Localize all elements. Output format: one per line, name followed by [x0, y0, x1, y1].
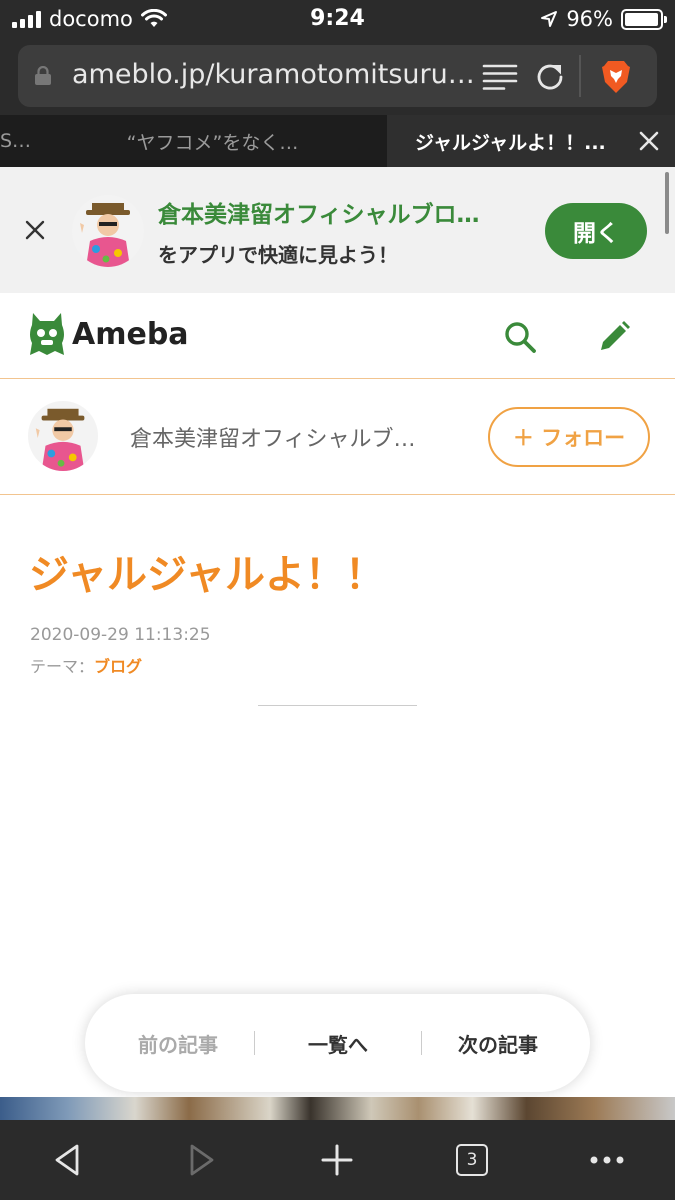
tab-label: S…	[0, 130, 32, 152]
forward-arrow-icon	[190, 1144, 214, 1176]
status-right: 96%	[540, 7, 667, 31]
scrollbar[interactable]	[665, 172, 669, 234]
prev-article-link[interactable]: 前の記事	[103, 994, 253, 1092]
tab-item[interactable]: “ヤフコメ”をなく…	[40, 115, 385, 167]
web-page: 倉本美津留オフィシャルブロ… をアプリで快適に見よう！ 開く Ameba 倉本美…	[0, 167, 675, 1120]
close-tab-icon[interactable]	[635, 127, 663, 155]
url-divider	[579, 55, 581, 97]
next-article-link[interactable]: 次の記事	[423, 994, 573, 1092]
article-list-link[interactable]: 一覧へ	[263, 994, 413, 1092]
article-theme: テーマ： ブログ	[30, 653, 142, 677]
back-arrow-icon	[55, 1144, 79, 1176]
nav-separator	[421, 1031, 422, 1055]
reader-mode-button[interactable]	[480, 57, 520, 97]
nav-separator	[254, 1031, 255, 1055]
blog-bar: 倉本美津留オフィシャルブ… ＋ フォロー	[0, 379, 675, 495]
tab-strip: S… “ヤフコメ”をなく… ジャルジャルよ！！...	[0, 115, 675, 167]
brave-shields-button[interactable]	[596, 57, 636, 97]
plus-icon	[321, 1144, 353, 1176]
address-bar[interactable]: ameblo.jp/kuramotomitsuru/...	[18, 45, 657, 107]
article-photo	[0, 1097, 675, 1120]
menu-button[interactable]	[585, 1138, 629, 1182]
lock-icon	[35, 66, 51, 85]
theme-link[interactable]: ブログ	[94, 653, 142, 677]
tab-item-active[interactable]: ジャルジャルよ！！...	[387, 115, 675, 167]
close-icon[interactable]	[22, 217, 48, 243]
blog-name[interactable]: 倉本美津留オフィシャルブ…	[130, 421, 460, 453]
article-date: 2020-09-29 11:13:25	[30, 625, 211, 645]
forward-button[interactable]	[180, 1138, 224, 1182]
blog-avatar[interactable]	[28, 401, 98, 471]
tab-item[interactable]: S…	[0, 115, 40, 167]
follow-button[interactable]: ＋ フォロー	[488, 407, 650, 467]
tabs-button[interactable]: 3	[450, 1138, 494, 1182]
article-title: ジャルジャルよ！！	[29, 552, 385, 598]
status-bar: docomo 9:24 96%	[0, 0, 675, 40]
url-area: ameblo.jp/kuramotomitsuru/...	[0, 40, 675, 115]
reload-button[interactable]	[530, 57, 570, 97]
search-icon[interactable]	[502, 319, 538, 355]
back-button[interactable]	[45, 1138, 89, 1182]
tab-count: 3	[456, 1144, 488, 1176]
theme-label: テーマ：	[30, 657, 95, 676]
battery-icon	[621, 8, 667, 30]
ameba-mascot-icon	[30, 313, 64, 355]
article-divider	[258, 705, 417, 706]
tab-label: “ヤフコメ”をなく…	[126, 131, 299, 154]
new-tab-button[interactable]	[315, 1138, 359, 1182]
brave-lion-icon	[602, 61, 630, 93]
banner-subtitle: をアプリで快適に見よう！	[158, 243, 398, 267]
reader-mode-icon	[482, 64, 518, 90]
url-text[interactable]: ameblo.jp/kuramotomitsuru/...	[72, 59, 482, 90]
app-banner: 倉本美津留オフィシャルブロ… をアプリで快適に見よう！ 開く	[0, 167, 675, 293]
more-dots-icon	[590, 1156, 624, 1164]
bottom-toolbar: 3	[0, 1120, 675, 1200]
tab-label: ジャルジャルよ！！...	[415, 131, 606, 154]
open-app-button[interactable]: 開く	[545, 203, 647, 259]
ameba-logo[interactable]: Ameba	[28, 311, 189, 357]
location-arrow-icon	[541, 11, 558, 27]
pencil-icon[interactable]	[596, 319, 632, 355]
logo-text: Ameba	[72, 316, 189, 352]
reload-icon	[537, 64, 563, 90]
ameba-header: Ameba	[0, 293, 675, 379]
article-nav: 前の記事 一覧へ 次の記事	[85, 994, 590, 1092]
banner-title: 倉本美津留オフィシャルブロ…	[158, 202, 480, 228]
battery-percent: 96%	[566, 7, 613, 31]
avatar	[72, 195, 144, 267]
